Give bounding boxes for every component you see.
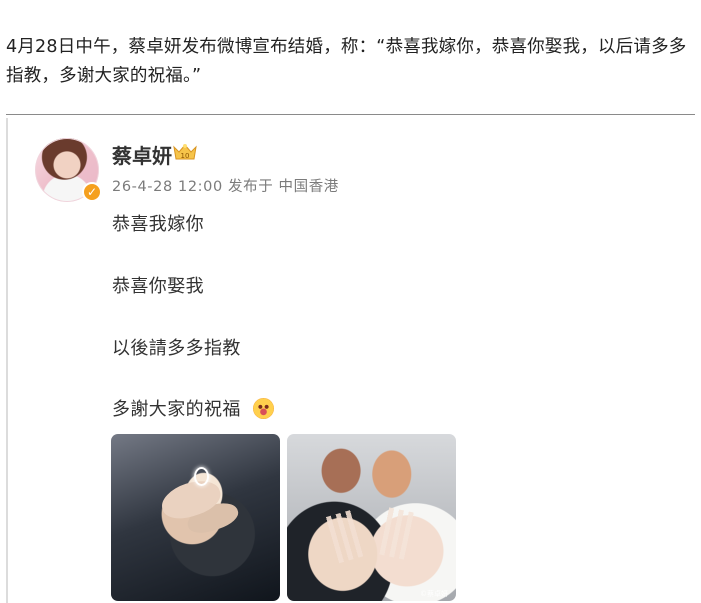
post-line-4: 多謝大家的祝福 — [112, 395, 274, 421]
post-meta: 26-4-28 12:00 发布于 中国香港 — [112, 179, 339, 195]
post-line-2: 恭喜你娶我 — [112, 276, 204, 297]
post-line-4-text: 多謝大家的祝福 — [112, 399, 241, 420]
level-badge-text: 10 — [181, 152, 190, 160]
crown-level-icon: 10 — [173, 144, 197, 160]
couple-photo[interactable]: ©蔡卓妍 — [287, 434, 456, 601]
wedding-ring-photo[interactable] — [111, 434, 280, 601]
weibo-post-card: ✓ 蔡卓妍 10 26-4-28 12:00 发布于 中国香港 恭喜我嫁你 恭喜… — [6, 118, 697, 603]
post-line-3: 以後請多多指教 — [112, 338, 241, 359]
smiling-face-with-hearts-icon — [252, 398, 274, 419]
verified-badge-icon: ✓ — [82, 182, 102, 202]
post-username[interactable]: 蔡卓妍 — [112, 140, 172, 169]
post-line-1: 恭喜我嫁你 — [112, 214, 204, 235]
article-lead-text: 4月28日中午，蔡卓妍发布微博宣布结婚，称：“恭喜我嫁你，恭喜你娶我，以后请多多… — [6, 37, 687, 86]
article-divider — [6, 114, 695, 115]
photo-watermark: ©蔡卓妍 — [420, 590, 448, 598]
